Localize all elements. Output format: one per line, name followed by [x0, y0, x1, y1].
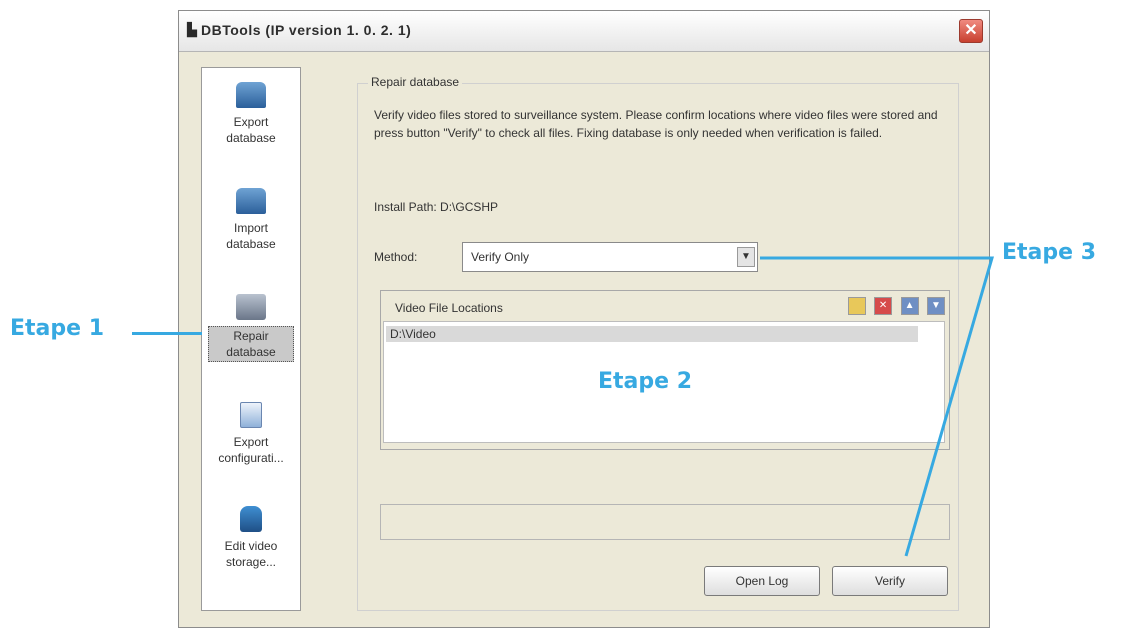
annotation-line-step-3 [760, 256, 994, 557]
